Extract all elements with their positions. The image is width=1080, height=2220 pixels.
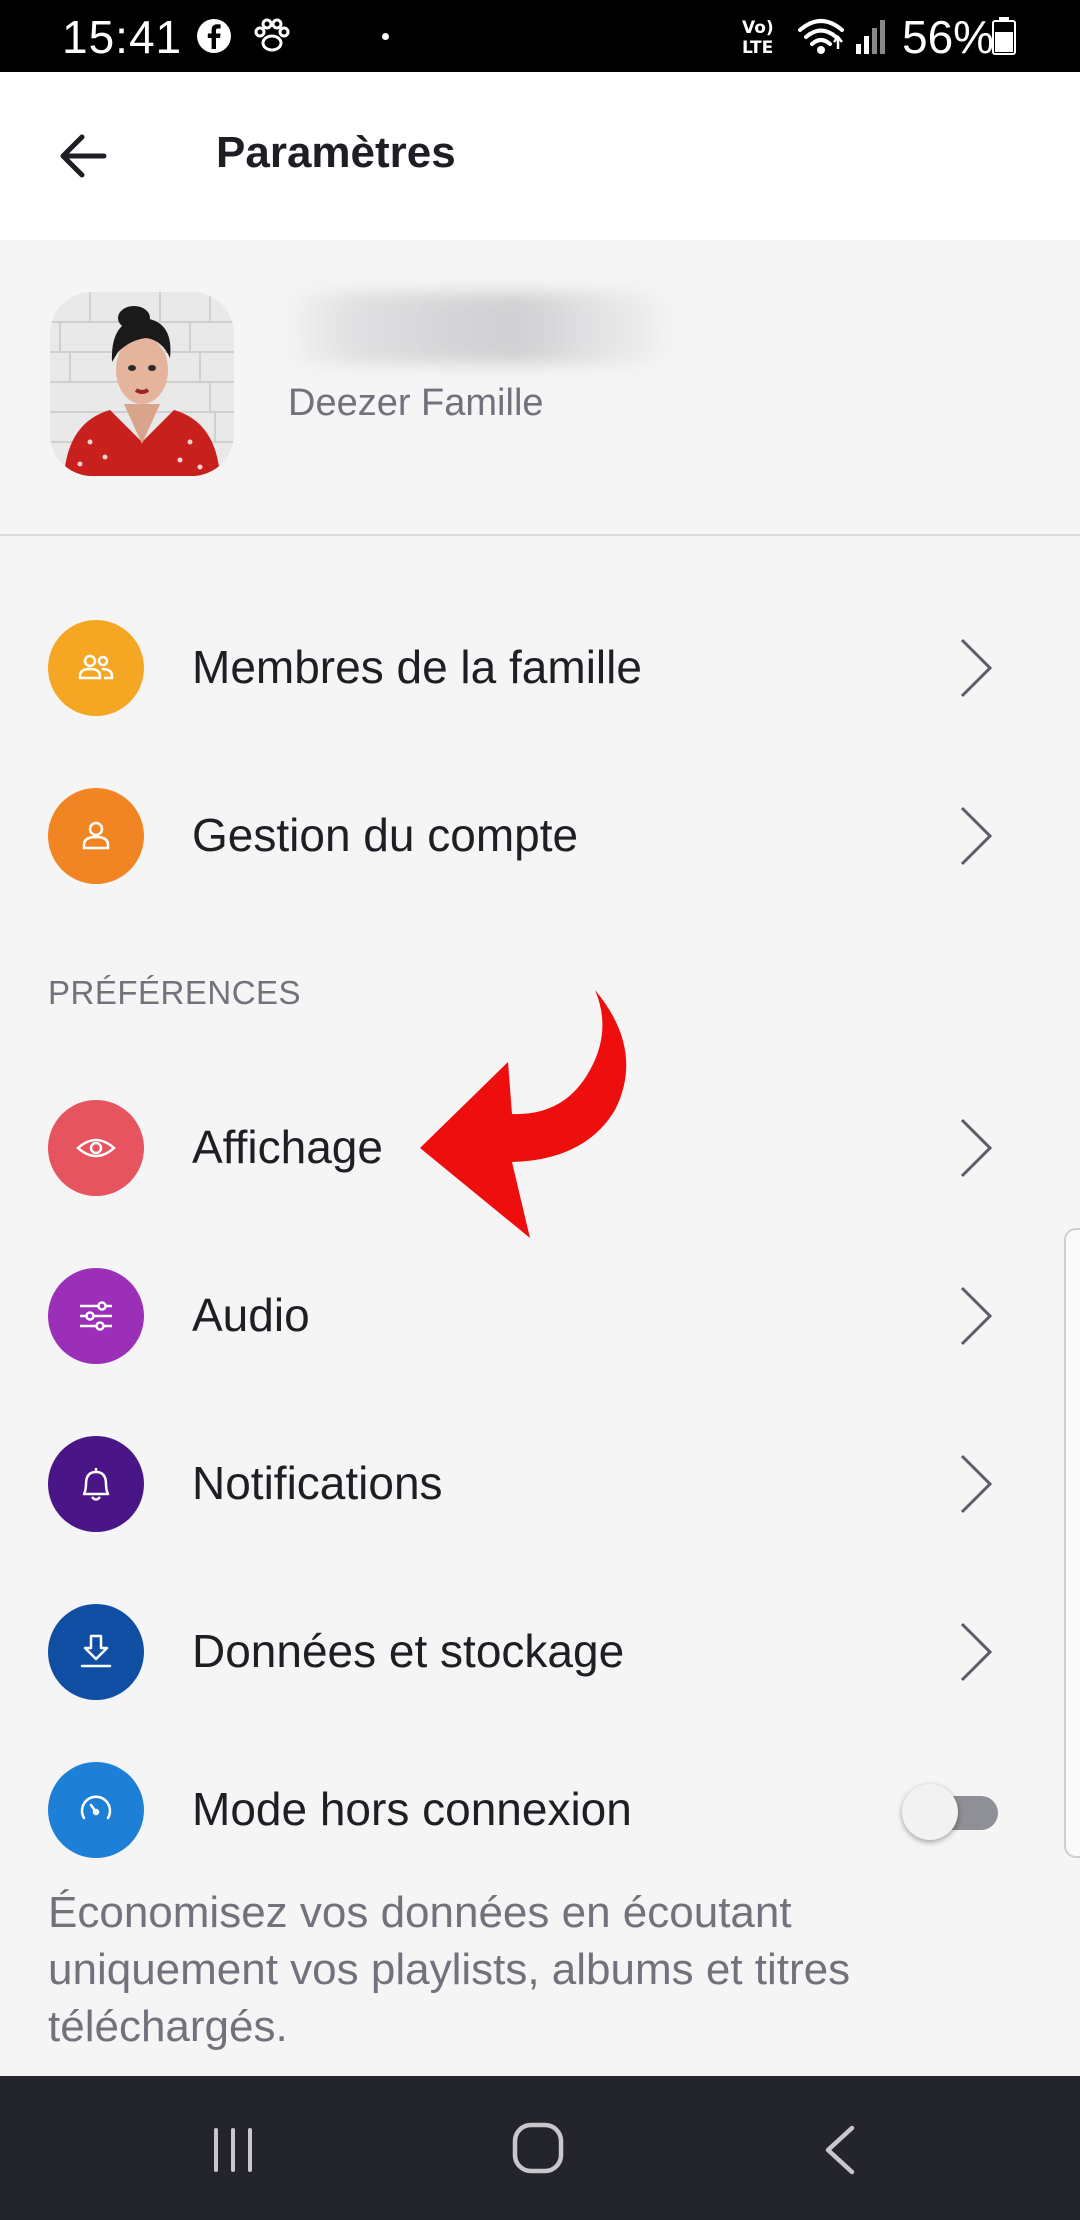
chevron-right-icon	[960, 1118, 993, 1178]
scrollbar[interactable]	[1064, 1228, 1080, 1858]
battery-percentage: 56%	[902, 11, 995, 63]
gauge-icon	[48, 1762, 144, 1858]
avatar-image	[50, 292, 234, 476]
avatar[interactable]	[50, 292, 234, 476]
bell-icon	[48, 1436, 144, 1532]
settings-row-data-storage[interactable]: Données et stockage	[0, 1582, 1080, 1722]
annotation-arrow-icon	[420, 990, 627, 1238]
back-arrow-icon[interactable]	[52, 124, 116, 188]
profile-card[interactable]: Deezer Famille	[0, 240, 1080, 534]
download-icon	[48, 1604, 144, 1700]
chevron-right-icon	[960, 806, 993, 866]
offline-mode-description: Économisez vos données en écoutant uniqu…	[48, 1888, 851, 2051]
back-icon[interactable]	[820, 2124, 860, 2176]
eye-icon	[48, 1100, 144, 1196]
username-blurred	[286, 292, 672, 364]
settings-row-account-management[interactable]: Gestion du compte	[0, 766, 1080, 906]
chevron-right-icon	[960, 638, 993, 698]
battery-icon	[992, 17, 1016, 55]
home-icon[interactable]	[510, 2120, 566, 2176]
user-icon	[48, 788, 144, 884]
settings-row-offline-mode[interactable]: Mode hors connexion	[0, 1740, 1080, 1880]
facebook-icon	[197, 19, 231, 53]
notification-dot	[382, 33, 389, 40]
volte-icon: Vo) LTE	[742, 18, 774, 58]
wifi-icon	[798, 19, 844, 54]
family-icon	[48, 620, 144, 716]
settings-row-label: Affichage	[192, 1121, 383, 1173]
divider	[0, 534, 1080, 536]
settings-row-label: Notifications	[192, 1457, 443, 1509]
status-bar: 15:41 Vo) LTE 56%	[0, 0, 1080, 72]
settings-row-family-members[interactable]: Membres de la famille	[0, 598, 1080, 738]
signal-icon	[856, 20, 885, 54]
settings-row-label: Gestion du compte	[192, 809, 579, 861]
section-header-preferences: PRÉFÉRENCES	[48, 974, 302, 1011]
settings-row-label: Membres de la famille	[192, 641, 642, 693]
svg-text:LTE: LTE	[742, 38, 773, 58]
chevron-right-icon	[960, 1622, 993, 1682]
page-title: Paramètres	[216, 128, 456, 177]
offline-mode-toggle[interactable]	[902, 1784, 998, 1840]
toggle-knob	[902, 1784, 958, 1840]
settings-row-label: Données et stockage	[192, 1625, 625, 1677]
settings-row-audio[interactable]: Audio	[0, 1246, 1080, 1386]
sliders-icon	[48, 1268, 144, 1364]
paw-icon	[254, 18, 290, 52]
chevron-right-icon	[960, 1454, 993, 1514]
subscription-plan: Deezer Famille	[288, 382, 544, 424]
settings-row-label: Audio	[192, 1289, 310, 1341]
chevron-right-icon	[960, 1286, 993, 1346]
system-nav-bar	[0, 2076, 1080, 2220]
settings-row-notifications[interactable]: Notifications	[0, 1414, 1080, 1554]
settings-row-label: Mode hors connexion	[192, 1783, 632, 1835]
status-time: 15:41	[62, 11, 183, 63]
recent-apps-icon[interactable]	[208, 2126, 258, 2174]
app-bar: Paramètres	[0, 72, 1080, 240]
svg-text:Vo): Vo)	[742, 18, 774, 38]
